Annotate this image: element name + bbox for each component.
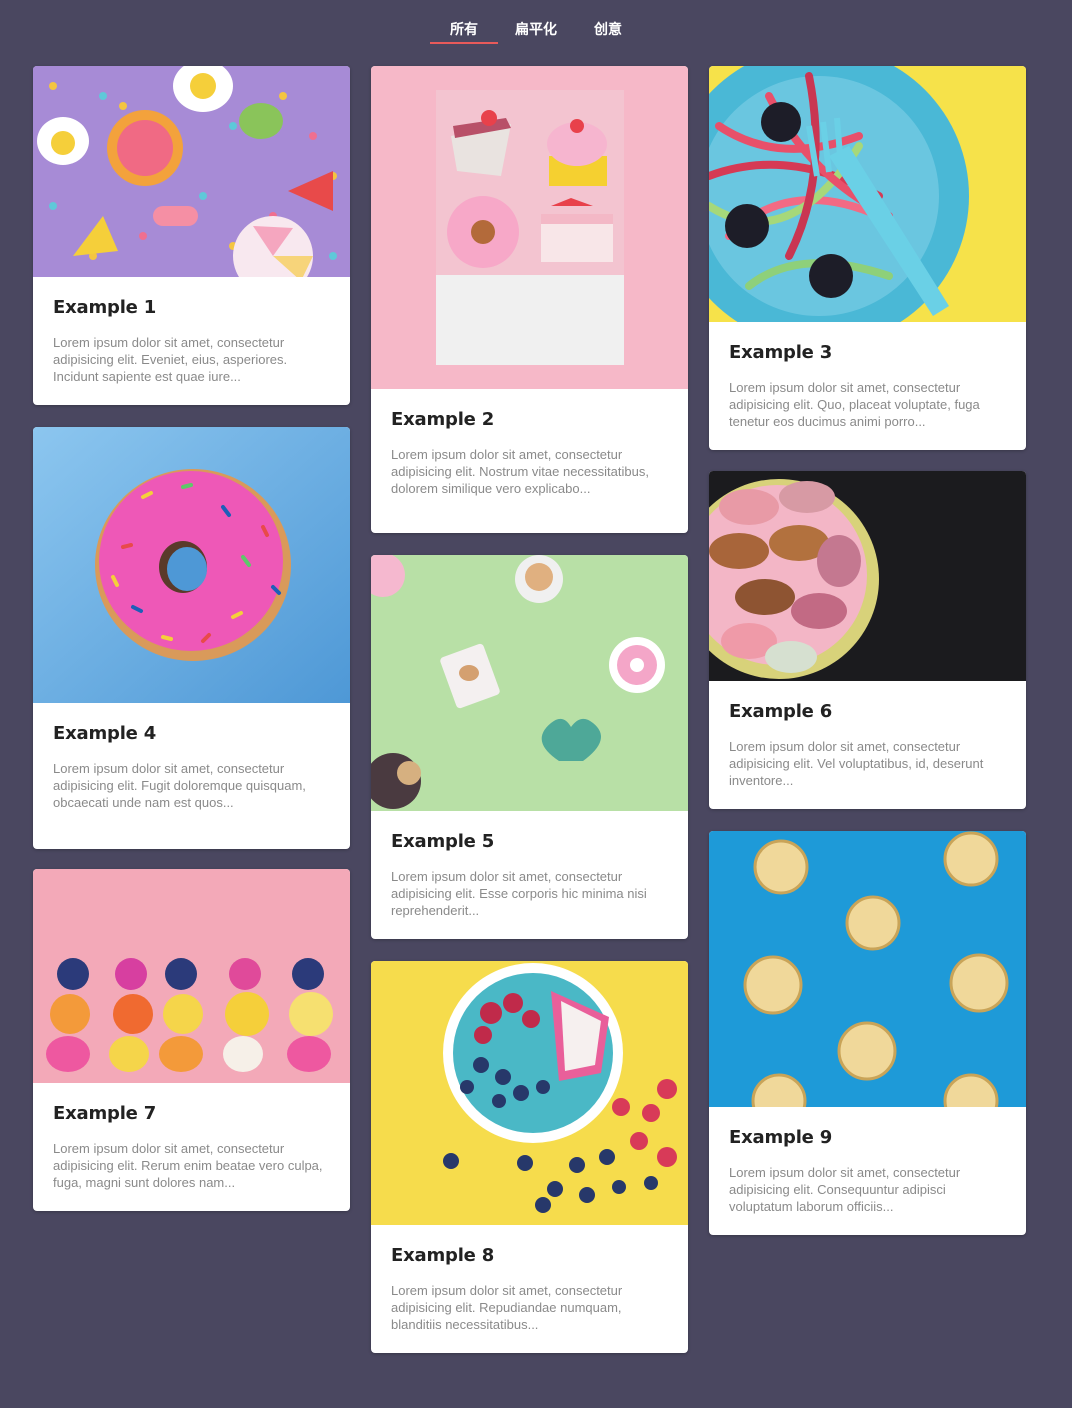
card-title: Example 7 bbox=[53, 1103, 157, 1124]
card-title: Example 8 bbox=[391, 1245, 495, 1266]
card-title: Example 4 bbox=[53, 723, 157, 744]
card-image-gummy-plate bbox=[709, 66, 1026, 322]
card-description: Lorem ipsum dolor sit amet, consectetur … bbox=[729, 739, 984, 788]
card-title: Example 6 bbox=[729, 701, 833, 722]
gallery-card-5[interactable]: Example 5 Lorem ipsum dolor sit amet, co… bbox=[371, 555, 688, 939]
gallery-card-8[interactable]: Example 8 Lorem ipsum dolor sit amet, co… bbox=[371, 961, 688, 1353]
gallery-card-1[interactable]: Example 1 Lorem ipsum dolor sit amet, co… bbox=[33, 66, 350, 405]
gallery-card-3[interactable]: Example 3 Lorem ipsum dolor sit amet, co… bbox=[709, 66, 1026, 450]
card-title: Example 9 bbox=[729, 1127, 833, 1148]
card-image-pink-donut bbox=[33, 427, 350, 703]
card-description: Lorem ipsum dolor sit amet, consectetur … bbox=[53, 1141, 323, 1190]
card-image-candy-skewers bbox=[33, 869, 350, 1083]
gallery-card-2[interactable]: Example 2 Lorem ipsum dolor sit amet, co… bbox=[371, 66, 688, 533]
gallery-card-9[interactable]: Example 9 Lorem ipsum dolor sit amet, co… bbox=[709, 831, 1026, 1235]
gallery-card-4[interactable]: Example 4 Lorem ipsum dolor sit amet, co… bbox=[33, 427, 350, 849]
card-description: Lorem ipsum dolor sit amet, consectetur … bbox=[729, 1165, 961, 1214]
gallery-card-7[interactable]: Example 7 Lorem ipsum dolor sit amet, co… bbox=[33, 869, 350, 1211]
tab-all[interactable]: 所有 bbox=[428, 14, 500, 44]
card-description: Lorem ipsum dolor sit amet, consectetur … bbox=[53, 335, 288, 384]
card-title: Example 3 bbox=[729, 342, 833, 363]
filter-tabs: 所有 扁平化 创意 bbox=[0, 14, 1072, 44]
card-description: Lorem ipsum dolor sit amet, consectetur … bbox=[391, 447, 649, 496]
card-image-green-treats bbox=[371, 555, 688, 811]
card-image-smoothie-bowl bbox=[371, 961, 688, 1225]
tab-creative[interactable]: 创意 bbox=[572, 14, 644, 44]
card-description: Lorem ipsum dolor sit amet, consectetur … bbox=[391, 869, 647, 918]
card-title: Example 2 bbox=[391, 409, 495, 430]
card-description: Lorem ipsum dolor sit amet, consectetur … bbox=[53, 761, 306, 810]
card-description: Lorem ipsum dolor sit amet, consectetur … bbox=[391, 1283, 623, 1332]
card-image-pastry-box bbox=[371, 66, 688, 389]
card-image-banana-slices bbox=[709, 831, 1026, 1107]
gallery-card-6[interactable]: Example 6 Lorem ipsum dolor sit amet, co… bbox=[709, 471, 1026, 809]
card-image-macarons bbox=[709, 471, 1026, 681]
card-title: Example 1 bbox=[53, 297, 157, 318]
tab-flat[interactable]: 扁平化 bbox=[500, 14, 572, 44]
card-description: Lorem ipsum dolor sit amet, consectetur … bbox=[729, 380, 980, 429]
card-title: Example 5 bbox=[391, 831, 495, 852]
card-image-sweets-confetti bbox=[33, 66, 350, 277]
